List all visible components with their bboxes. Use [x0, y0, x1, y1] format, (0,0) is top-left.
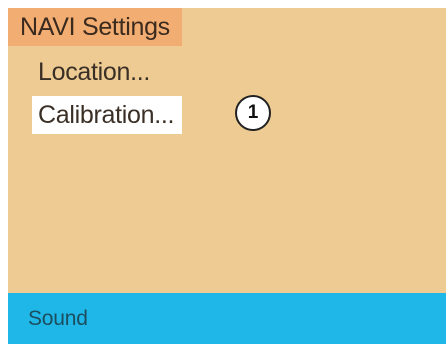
screen-title: NAVI Settings — [8, 8, 182, 46]
menu-item-location[interactable]: Location... — [32, 53, 158, 91]
callout-marker: 1 — [235, 95, 271, 131]
sound-tab-label: Sound — [28, 307, 88, 330]
bottom-bar[interactable]: Sound — [8, 293, 446, 344]
navi-settings-screen: NAVI Settings Location... Calibration...… — [8, 8, 446, 344]
menu-item-calibration[interactable]: Calibration... — [32, 96, 183, 134]
